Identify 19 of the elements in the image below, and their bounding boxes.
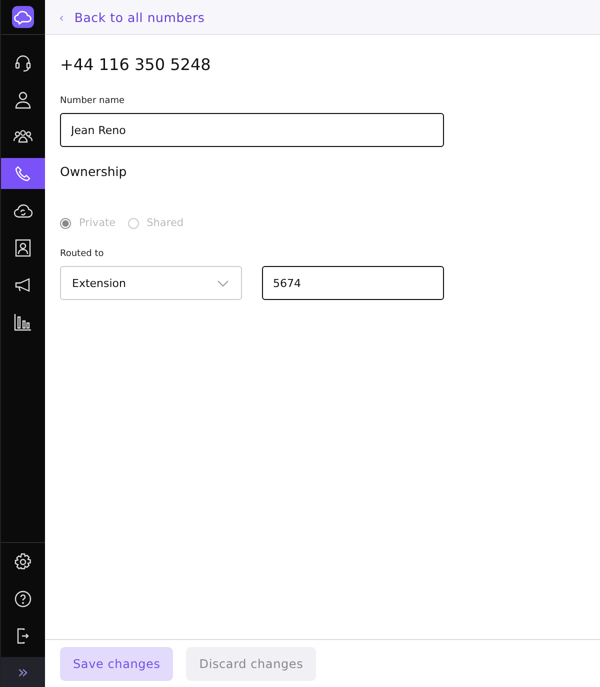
phone-number-title: +44 116 350 5248 [60, 55, 212, 74]
back-link[interactable]: ‹ Back to all numbers [59, 10, 205, 24]
discard-button[interactable]: Discard changes [186, 646, 316, 680]
settings-icon [13, 552, 33, 572]
phone-icon [13, 164, 33, 184]
expand-button[interactable]: » [1, 657, 45, 687]
person-icon [13, 90, 33, 110]
headset-icon [13, 52, 33, 72]
chevron-down-icon [217, 280, 229, 286]
field-label: Number name [60, 96, 126, 106]
contact-card-icon [13, 238, 33, 258]
help-icon [13, 588, 33, 608]
save-button[interactable]: Save changes [60, 646, 174, 680]
logo-icon [12, 6, 34, 28]
section-heading: Ownership [60, 164, 128, 179]
field-label: Routed to [60, 249, 105, 259]
bar-chart-icon [13, 312, 33, 332]
extension-field[interactable]: 5674 [262, 266, 444, 300]
route-type-dropdown[interactable]: Extension [60, 266, 242, 300]
